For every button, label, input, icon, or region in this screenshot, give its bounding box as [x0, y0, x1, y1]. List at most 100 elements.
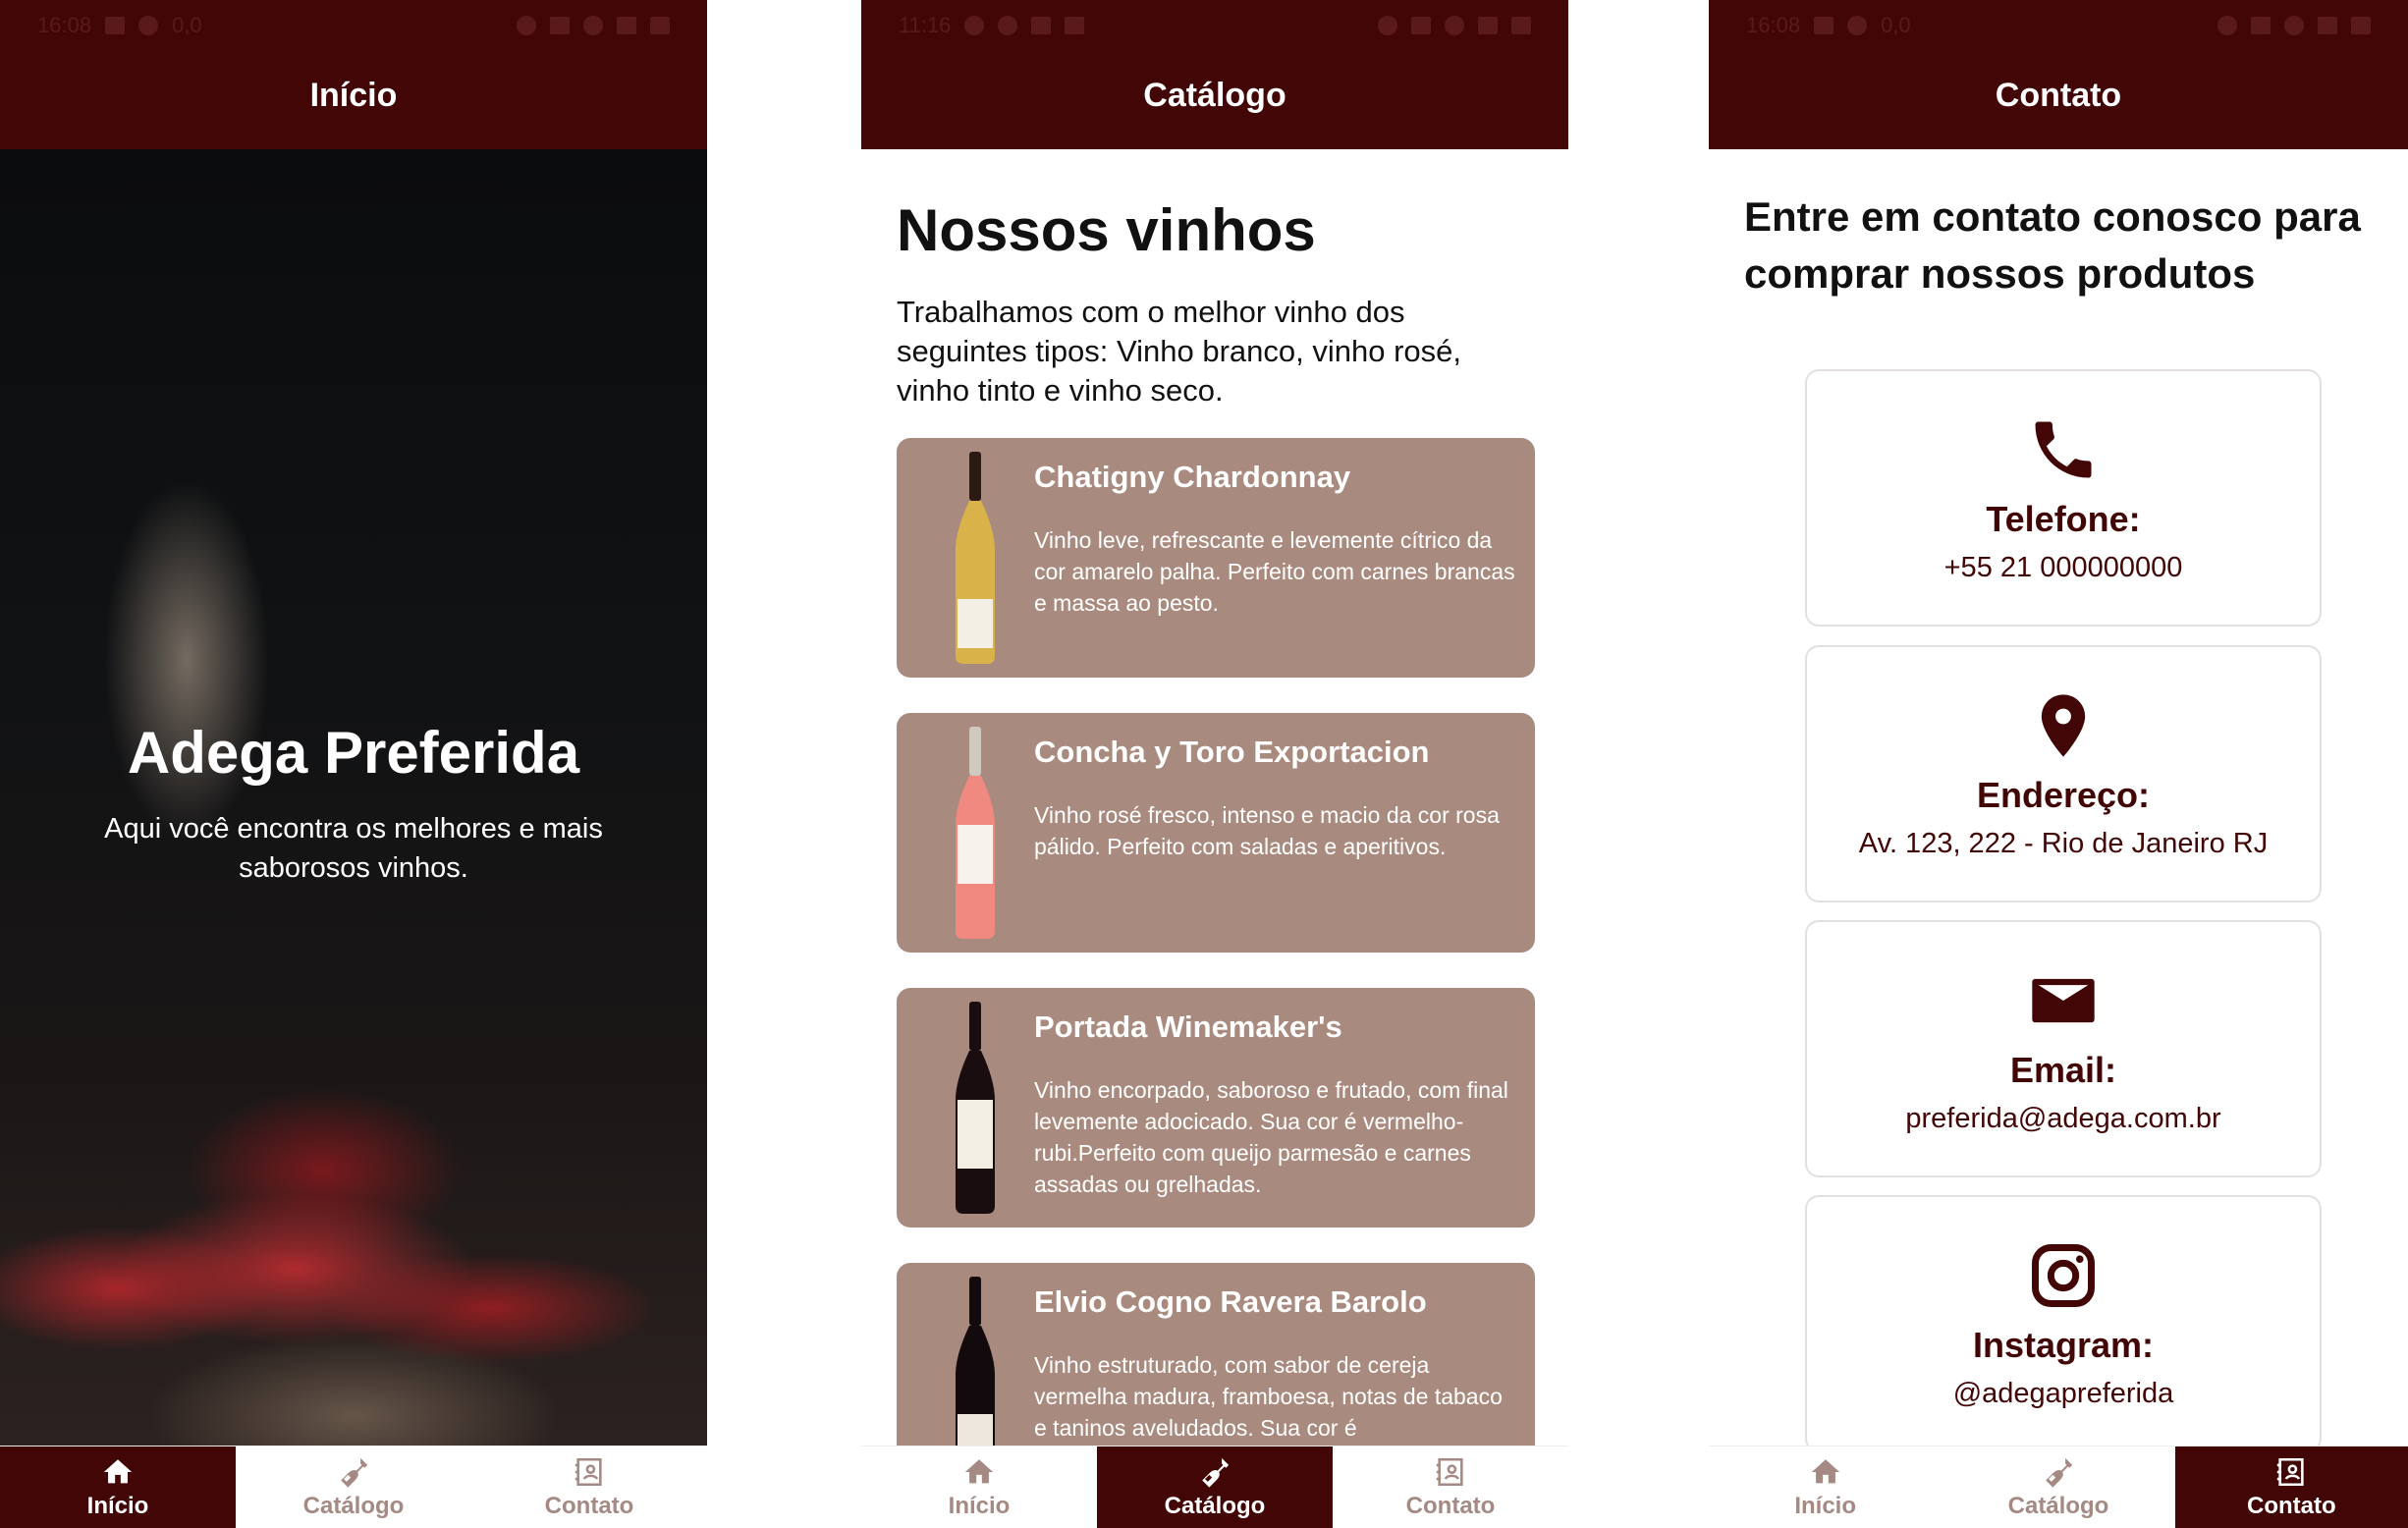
bottom-navigation: Início Catálogo Contato — [1709, 1446, 2408, 1528]
status-time: 16:08 — [1746, 13, 1801, 37]
home-icon — [103, 1458, 133, 1483]
wine-description: Vinho rosé fresco, intenso e macio da co… — [1034, 802, 1500, 859]
screen-catalogo: 11:16 Catálogo Nossos vinhos Trabalhamos… — [861, 0, 1568, 1528]
nav-item-inicio[interactable]: Início — [1709, 1446, 1942, 1528]
battery-icon — [650, 17, 670, 34]
nav-item-label: Contato — [1405, 1492, 1496, 1519]
status-time: 16:08 — [37, 13, 92, 37]
cell-signal-icon — [1478, 17, 1498, 34]
app-notification-icon — [964, 16, 985, 35]
wine-name: Elvio Cogno Ravera Barolo — [1034, 1284, 1427, 1319]
app-bar: 16:08 0,0 Contato — [1709, 0, 2408, 149]
wine-bottle-image — [956, 1277, 995, 1446]
wifi-icon — [2284, 16, 2304, 35]
status-bar: 16:08 0,0 — [37, 12, 670, 39]
nav-item-label: Início — [948, 1492, 1011, 1519]
notification-icon — [105, 17, 126, 34]
contact-value[interactable]: @adegapreferida — [1807, 1378, 2320, 1410]
wine-card[interactable]: Elvio Cogno Ravera Barolo Vinho estrutur… — [897, 1263, 1535, 1446]
nav-item-inicio[interactable]: Início — [0, 1446, 236, 1528]
nav-item-contato[interactable]: Contato — [2174, 1446, 2408, 1528]
contact-value[interactable]: +55 21 000000000 — [1807, 552, 2320, 584]
wine-card[interactable]: Chatigny Chardonnay Vinho leve, refresca… — [897, 438, 1535, 678]
wine-card[interactable]: Concha y Toro Exportacion Vinho rosé fre… — [897, 713, 1535, 953]
wine-name: Concha y Toro Exportacion — [1034, 735, 1430, 769]
alarm-icon — [1378, 16, 1397, 35]
contact-card-instagram[interactable]: Instagram: @adegapreferida — [1805, 1195, 2322, 1452]
page-title: Início — [309, 77, 398, 114]
status-signal-text: 0,0 — [1881, 13, 1911, 37]
contact-heading: Entre em contato conosco para comprar no… — [1744, 193, 2361, 297]
phone-icon — [2035, 421, 2092, 478]
bottom-navigation: Início Catálogo Contato — [0, 1446, 707, 1528]
media-icon — [1031, 17, 1052, 34]
home-icon — [1811, 1458, 1839, 1483]
wine-bottle-image — [956, 1002, 995, 1214]
vibrate-icon — [550, 17, 570, 34]
wine-card[interactable]: Portada Winemaker's Vinho encorpado, sab… — [897, 988, 1535, 1228]
app-notification-icon — [1847, 16, 1868, 35]
nav-item-label: Contato — [2246, 1492, 2336, 1519]
vibrate-icon — [1411, 17, 1431, 34]
contact-label: Email: — [2009, 1050, 2117, 1090]
page-title: Contato — [1995, 77, 2122, 114]
video-icon — [1065, 17, 1085, 34]
nav-item-label: Contato — [544, 1492, 634, 1519]
app-notification-icon — [998, 16, 1018, 35]
wine-name: Chatigny Chardonnay — [1034, 460, 1351, 494]
wine-name: Portada Winemaker's — [1034, 1010, 1342, 1044]
contact-value[interactable]: preferida@adega.com.br — [1807, 1103, 2320, 1135]
status-time: 11:16 — [899, 13, 952, 37]
location-pin-icon — [2041, 694, 2086, 757]
nav-item-catalogo[interactable]: Catálogo — [1097, 1446, 1333, 1528]
catalog-heading: Nossos vinhos — [897, 197, 1316, 263]
screen-contato: 16:08 0,0 Contato Entre em contato conos… — [1709, 0, 2408, 1528]
catalog-intro: Trabalhamos com o melhor vinho dos segui… — [897, 295, 1462, 408]
app-bar: 11:16 Catálogo — [861, 0, 1568, 149]
vibrate-icon — [2251, 17, 2271, 34]
contact-card-email[interactable]: Email: preferida@adega.com.br — [1805, 920, 2322, 1177]
battery-icon — [1511, 17, 1531, 34]
status-bar: 11:16 — [899, 12, 1531, 39]
nav-item-label: Início — [86, 1492, 149, 1519]
nav-item-catalogo[interactable]: Catálogo — [236, 1446, 471, 1528]
bottom-navigation: Início Catálogo Contato — [861, 1446, 1568, 1528]
nav-item-contato[interactable]: Contato — [1333, 1446, 1568, 1528]
app-notification-icon — [138, 16, 159, 35]
wine-bottle-image — [956, 452, 995, 664]
alarm-icon — [2217, 16, 2237, 35]
contact-card-icon — [1436, 1457, 1463, 1486]
cell-signal-icon — [617, 17, 636, 34]
page-title: Catálogo — [1143, 77, 1286, 114]
nav-item-contato[interactable]: Contato — [471, 1446, 707, 1528]
wifi-icon — [1445, 16, 1464, 35]
hero-background-image: Adega Preferida Aqui você encontra os me… — [0, 149, 707, 1446]
wine-description: Vinho estruturado, com sabor de cereja v… — [1034, 1352, 1503, 1441]
wine-bottle-icon — [341, 1457, 368, 1488]
alarm-icon — [517, 16, 536, 35]
status-bar: 16:08 0,0 — [1746, 12, 2371, 39]
notification-icon — [1814, 17, 1834, 34]
nav-item-catalogo[interactable]: Catálogo — [1942, 1446, 2174, 1528]
envelope-icon — [2032, 978, 2095, 1023]
hero-title: Adega Preferida — [127, 720, 580, 786]
contact-label: Instagram: — [1972, 1325, 2155, 1365]
battery-icon — [2351, 17, 2371, 34]
nav-item-label: Catálogo — [1164, 1492, 1266, 1519]
wine-bottle-icon — [1202, 1457, 1230, 1488]
hero-subtitle: Aqui você encontra os melhores e mais sa… — [104, 813, 603, 884]
contact-value[interactable]: Av. 123, 222 - Rio de Janeiro RJ — [1807, 828, 2320, 860]
cell-signal-icon — [2318, 17, 2337, 34]
contact-label: Endereço: — [1976, 775, 2151, 815]
instagram-icon — [2032, 1244, 2095, 1307]
nav-item-inicio[interactable]: Início — [861, 1446, 1097, 1528]
contact-card-phone[interactable]: Telefone: +55 21 000000000 — [1805, 369, 2322, 627]
contact-card-address[interactable]: Endereço: Av. 123, 222 - Rio de Janeiro … — [1805, 645, 2322, 902]
status-signal-text: 0,0 — [172, 13, 202, 37]
nav-item-label: Catálogo — [2007, 1492, 2109, 1519]
nav-item-label: Início — [1794, 1492, 1856, 1519]
wine-description: Vinho encorpado, saboroso e frutado, com… — [1034, 1077, 1508, 1197]
wine-description: Vinho leve, refrescante e levemente cítr… — [1034, 527, 1515, 616]
wine-bottle-icon — [2046, 1457, 2073, 1488]
catalog-scroll-area[interactable]: Nossos vinhos Trabalhamos com o melhor v… — [861, 149, 1568, 1446]
